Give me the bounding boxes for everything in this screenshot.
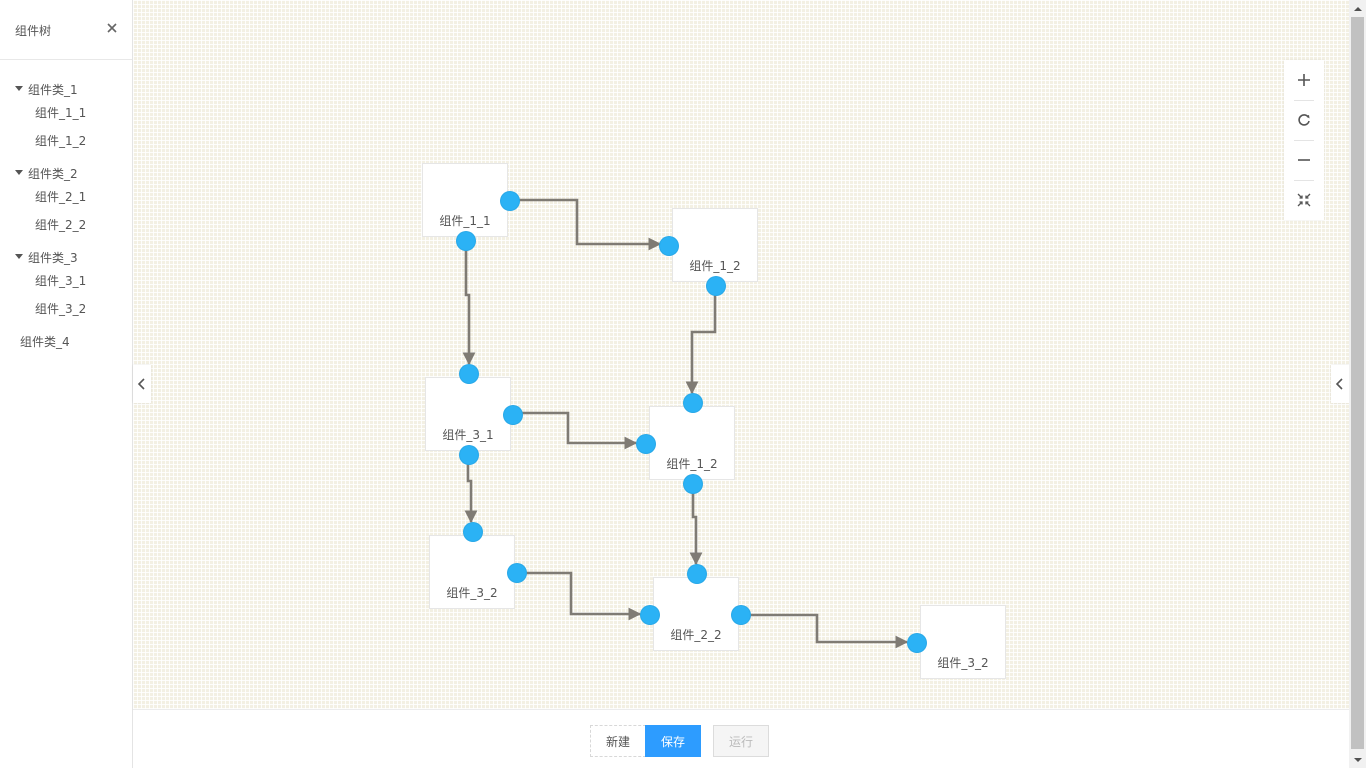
- node-label: 组件_3_1: [442, 428, 494, 442]
- fit-view-icon[interactable]: [1284, 180, 1324, 220]
- input-port[interactable]: [688, 565, 706, 583]
- new-button[interactable]: 新建: [590, 725, 646, 757]
- flow-node[interactable]: 组件_2_2: [641, 565, 750, 651]
- zoom-toolbar: [1284, 60, 1324, 220]
- run-button[interactable]: 运行: [713, 725, 769, 757]
- edge-n1-n3[interactable]: [462, 241, 476, 366]
- scroll-down-icon[interactable]: [1349, 751, 1366, 768]
- output-port[interactable]: [732, 606, 750, 624]
- reset-zoom-icon[interactable]: [1284, 100, 1324, 140]
- tree-item[interactable]: 组件_2_1: [35, 188, 86, 205]
- node-label: 组件_2_2: [670, 628, 722, 642]
- vertical-scrollbar[interactable]: [1349, 0, 1366, 768]
- edge-n3-n5[interactable]: [464, 455, 478, 524]
- flow-node[interactable]: 组件_3_1: [425, 365, 522, 464]
- edge-n5-n6[interactable]: [518, 571, 642, 621]
- node-label: 组件_1_2: [689, 259, 741, 273]
- edge-layer: [462, 198, 909, 649]
- tree-item[interactable]: 组件_1_2: [35, 132, 86, 149]
- output-port[interactable]: [457, 232, 475, 250]
- edge-n2-n4[interactable]: [685, 286, 717, 395]
- input-port[interactable]: [684, 394, 702, 412]
- input-port[interactable]: [464, 523, 482, 541]
- tree-item[interactable]: 组件_2_2: [35, 216, 86, 233]
- flow-node[interactable]: 组件_1_2: [660, 208, 758, 295]
- input-port[interactable]: [660, 237, 678, 255]
- component-tree-panel: 组件树 组件类_1 组件_1_1 组件_1_2 组件类_2 组件_2_1 组件_…: [0, 0, 133, 768]
- tree-item[interactable]: 组件_3_2: [35, 300, 86, 317]
- output-port[interactable]: [684, 475, 702, 493]
- collapse-left-panel-button[interactable]: [133, 365, 151, 403]
- output-port[interactable]: [508, 564, 526, 582]
- zoom-out-icon[interactable]: [1284, 140, 1324, 180]
- tree-group-label[interactable]: 组件类_1: [28, 81, 78, 98]
- flow-node[interactable]: 组件_3_2: [908, 605, 1006, 679]
- node-label: 组件_1_2: [666, 457, 718, 471]
- input-port[interactable]: [460, 365, 478, 383]
- caret-down-icon[interactable]: [15, 254, 23, 259]
- tree-item[interactable]: 组件_1_1: [35, 104, 86, 121]
- chevron-left-icon: [1335, 378, 1343, 390]
- tree-group-label[interactable]: 组件类_2: [28, 165, 78, 182]
- edge-n1-n2[interactable]: [511, 198, 662, 251]
- tree-item[interactable]: 组件_3_1: [35, 272, 86, 289]
- edge-n3-n4[interactable]: [514, 411, 638, 450]
- scroll-up-icon[interactable]: [1349, 0, 1366, 17]
- input-port[interactable]: [637, 435, 655, 453]
- flow-canvas[interactable]: 组件_1_1 组件_1_2 组件_3_1 组件_1_2 组件_3_2 组件_2_…: [133, 0, 1349, 709]
- tree-group-label[interactable]: 组件类_3: [28, 249, 78, 266]
- edge-n4-n6[interactable]: [689, 484, 703, 566]
- node-label: 组件_1_1: [439, 214, 491, 228]
- caret-down-icon[interactable]: [15, 170, 23, 175]
- action-bar: 新建 保存 运行: [133, 709, 1349, 768]
- node-label: 组件_3_2: [937, 656, 989, 670]
- tree-group-4[interactable]: 组件类_4: [20, 333, 70, 350]
- output-port[interactable]: [707, 277, 725, 295]
- edge-n6-n7[interactable]: [741, 613, 909, 649]
- output-port[interactable]: [460, 446, 478, 464]
- output-port[interactable]: [504, 406, 522, 424]
- close-icon[interactable]: [104, 20, 120, 36]
- zoom-in-icon[interactable]: [1284, 60, 1324, 100]
- expand-right-panel-button[interactable]: [1331, 365, 1349, 403]
- component-tree-title: 组件树: [15, 24, 52, 38]
- flow-node[interactable]: 组件_3_2: [429, 523, 526, 609]
- component-tree-header: 组件树: [0, 0, 132, 60]
- caret-down-icon[interactable]: [15, 86, 23, 91]
- scrollbar-thumb[interactable]: [1351, 17, 1364, 749]
- flow-node[interactable]: 组件_1_2: [637, 394, 735, 493]
- input-port[interactable]: [908, 634, 926, 652]
- output-port[interactable]: [501, 192, 519, 210]
- flow-node[interactable]: 组件_1_1: [422, 163, 519, 250]
- input-port[interactable]: [641, 606, 659, 624]
- node-label: 组件_3_2: [446, 586, 498, 600]
- chevron-left-icon: [137, 378, 145, 390]
- save-button[interactable]: 保存: [645, 725, 701, 757]
